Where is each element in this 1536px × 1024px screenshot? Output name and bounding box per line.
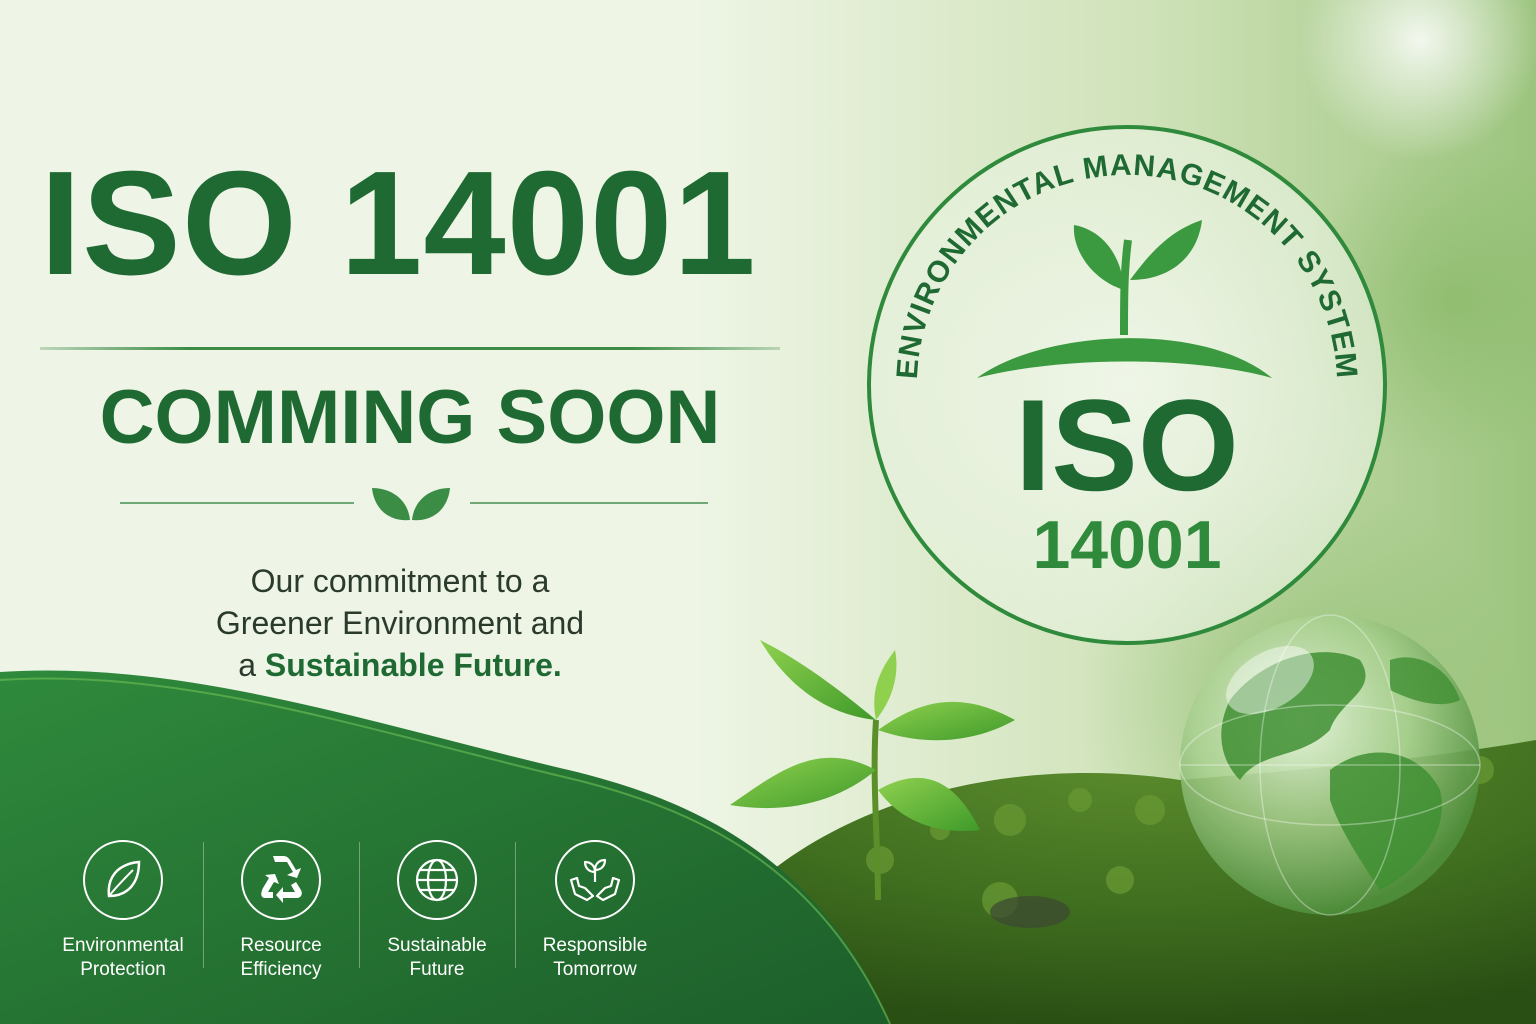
feature-label-line1: Sustainable (387, 935, 487, 956)
headline-divider (40, 347, 780, 350)
recycle-icon (241, 840, 321, 920)
hands-plant-icon (555, 840, 635, 920)
tagline: Our commitment to a Greener Environment … (160, 560, 640, 686)
feature-label-line2: Protection (80, 959, 166, 980)
feature-environmental-protection: Environmental Protection (48, 838, 198, 982)
subheadline: COMMING SOON (99, 375, 721, 460)
divider-right (470, 502, 708, 504)
seal-number: 14001 (1032, 507, 1221, 583)
seal-title: ISO (1015, 372, 1239, 518)
feature-label-line1: Responsible (542, 935, 648, 956)
feature-label-line1: Environmental (62, 935, 184, 956)
feature-separator (359, 842, 360, 968)
glass-globe-icon (1179, 614, 1481, 916)
leaf-icon (83, 840, 163, 920)
twin-leaf-icon (372, 488, 450, 521)
tagline-line-2: Greener Environment and (215, 605, 585, 641)
tagline-line-1: Our commitment to a (250, 563, 550, 599)
globe-icon (397, 840, 477, 920)
feature-resource-efficiency: Resource Efficiency (206, 838, 356, 982)
feature-label-line2: Tomorrow (553, 959, 637, 980)
feature-label-line2: Future (409, 959, 465, 980)
iso-seal: ENVIRONMENTAL MANAGEMENT SYSTEM ISO 1400… (867, 125, 1387, 645)
feature-label-line2: Efficiency (240, 959, 322, 980)
divider-left (120, 502, 354, 504)
feature-separator (203, 842, 204, 968)
headline: ISO 14001 (40, 141, 757, 306)
tagline-prefix: a (238, 647, 265, 683)
feature-label-line1: Resource (240, 935, 322, 956)
tagline-line-3: a Sustainable Future. (160, 644, 640, 686)
feature-responsible-tomorrow: Responsible Tomorrow (520, 838, 670, 982)
feature-separator (515, 842, 516, 968)
tagline-highlight: Sustainable Future. (264, 647, 562, 683)
feature-sustainable-future: Sustainable Future (362, 838, 512, 982)
